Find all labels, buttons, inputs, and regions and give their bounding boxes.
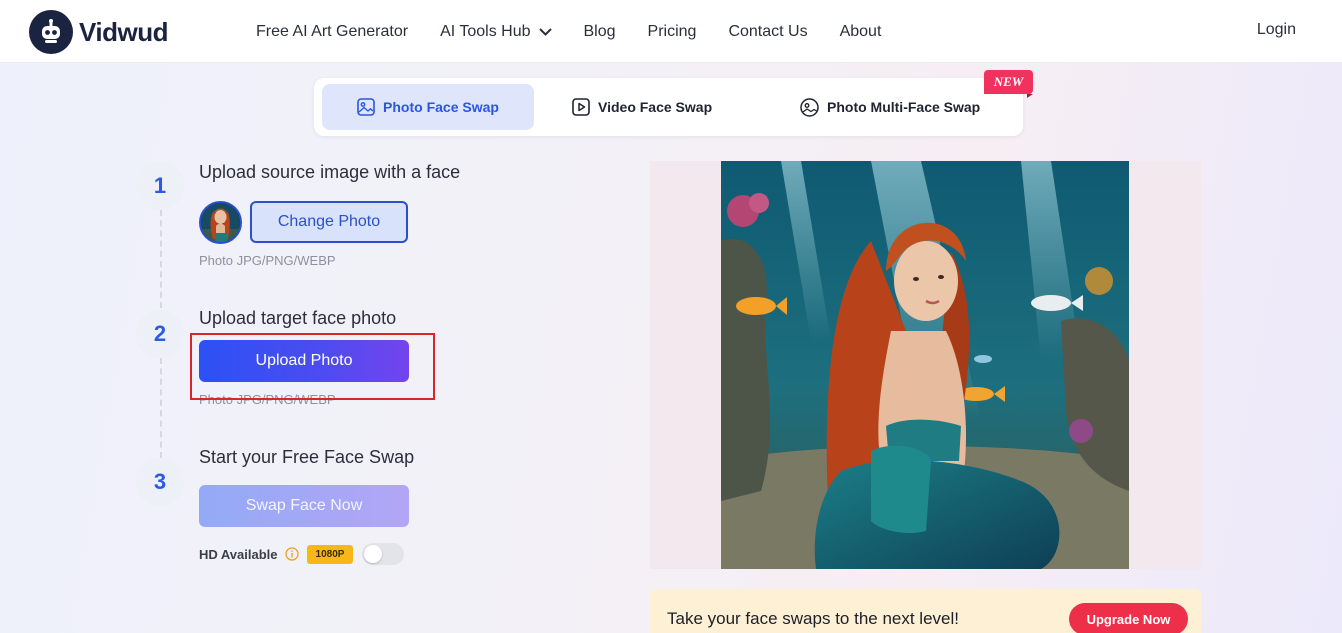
tab-label: Photo Face Swap xyxy=(383,99,499,115)
step-2-title: Upload target face photo xyxy=(199,308,397,328)
nav-item-blog[interactable]: Blog xyxy=(584,23,616,41)
tab-video-face-swap[interactable]: Video Face Swap xyxy=(572,84,752,130)
robot-logo-icon xyxy=(29,10,73,54)
brand-name: Vidwud xyxy=(79,16,168,47)
toggle-knob xyxy=(364,545,383,563)
new-badge: NEW xyxy=(984,70,1033,98)
chevron-down-icon xyxy=(538,27,552,36)
image-icon xyxy=(357,98,375,116)
nav-item-ai-tools-hub[interactable]: AI Tools Hub xyxy=(440,22,552,41)
tab-label: Video Face Swap xyxy=(598,99,713,115)
step-number-1: 1 xyxy=(136,162,184,210)
nav-item-contact-us[interactable]: Contact Us xyxy=(728,23,807,41)
nav-item-label: Free AI Art Generator xyxy=(256,22,409,40)
video-icon xyxy=(572,98,590,116)
step-connector xyxy=(160,210,162,308)
resolution-badge: 1080P xyxy=(306,544,354,564)
step-number-3: 3 xyxy=(136,458,184,506)
nav-item-label: AI Tools Hub xyxy=(440,22,531,40)
brand-logo[interactable]: Vidwud xyxy=(29,10,168,54)
nav-item-free-ai-art-generator[interactable]: Free AI Art Generator xyxy=(256,23,408,41)
source-photo-thumbnail xyxy=(199,201,242,244)
upgrade-message: Take your face swaps to the next level! xyxy=(667,609,959,628)
nav-item-label: About xyxy=(839,22,882,40)
step-number-2: 2 xyxy=(136,310,184,358)
mode-tabs: Photo Face Swap Video Face Swap Photo Mu… xyxy=(314,78,1023,136)
hd-toggle[interactable] xyxy=(362,543,405,565)
multi-face-icon xyxy=(800,97,819,117)
swap-face-now-button[interactable]: Swap Face Now xyxy=(199,485,409,527)
highlight-box xyxy=(190,333,435,400)
top-navbar: Vidwud Free AI Art Generator AI Tools Hu… xyxy=(0,0,1342,63)
info-icon[interactable] xyxy=(284,547,299,561)
hd-available-label: HD Available xyxy=(199,546,278,562)
main-nav: Free AI Art Generator AI Tools Hub Blog … xyxy=(256,0,913,63)
nav-item-label: Pricing xyxy=(647,22,697,40)
upgrade-now-button[interactable]: Upgrade Now xyxy=(1069,603,1188,633)
change-photo-button[interactable]: Change Photo xyxy=(250,201,408,243)
nav-item-pricing[interactable]: Pricing xyxy=(648,23,697,41)
step-1-format-hint: Photo JPG/PNG/WEBP xyxy=(199,253,336,268)
tab-photo-face-swap[interactable]: Photo Face Swap xyxy=(322,84,534,130)
preview-image xyxy=(721,161,1129,569)
nav-item-label: Blog xyxy=(583,22,616,40)
hd-option-row: HD Available 1080P xyxy=(199,543,405,565)
tab-label: Photo Multi-Face Swap xyxy=(827,99,981,115)
tab-photo-multi-face-swap[interactable]: Photo Multi-Face Swap xyxy=(800,84,1000,130)
nav-item-about[interactable]: About xyxy=(840,23,882,41)
step-3-title: Start your Free Face Swap xyxy=(199,447,415,467)
upgrade-banner: Take your face swaps to the next level! … xyxy=(650,589,1201,633)
step-connector xyxy=(160,358,162,458)
login-link[interactable]: Login xyxy=(1257,21,1296,39)
step-1-title: Upload source image with a face xyxy=(199,162,461,182)
nav-item-label: Contact Us xyxy=(728,22,808,40)
